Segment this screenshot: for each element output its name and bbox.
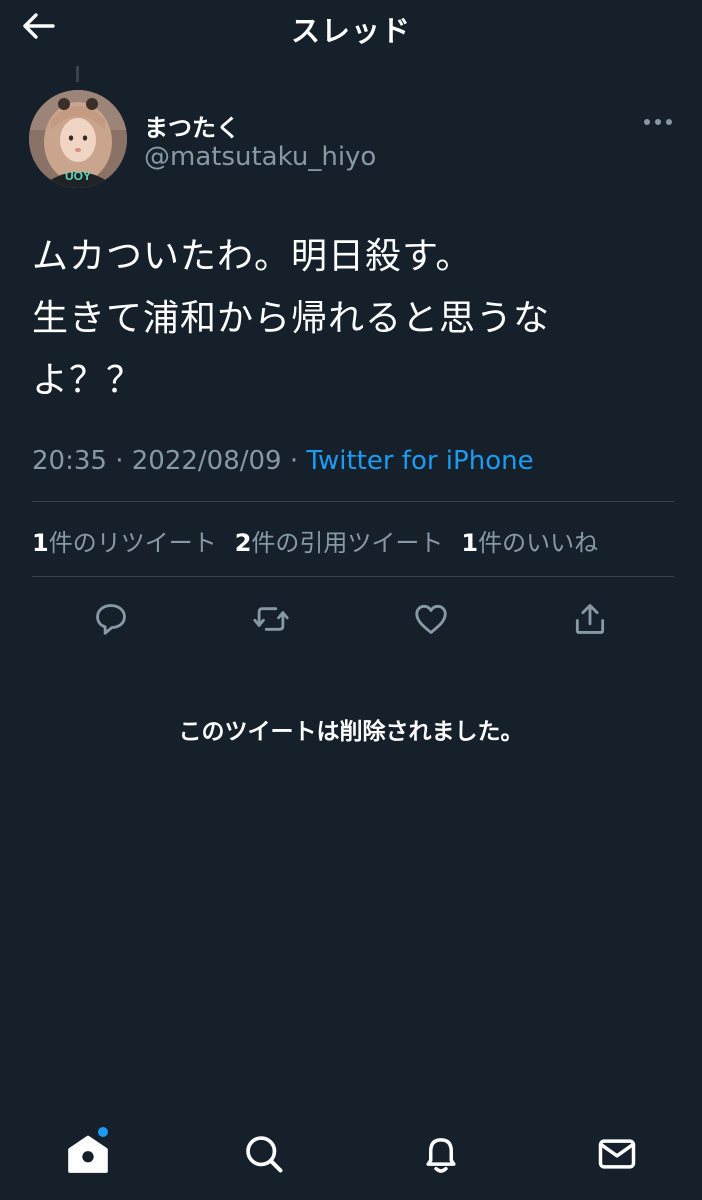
share-icon — [575, 604, 605, 634]
retweets-label: 件のリツイート — [48, 529, 217, 557]
tweet-text-line: 生きて浦和から帰れると思うな — [32, 298, 551, 339]
divider — [32, 576, 674, 577]
header: スレッド — [0, 0, 702, 52]
tab-messages[interactable] — [593, 1130, 641, 1178]
share-button[interactable] — [568, 597, 612, 641]
avatar-photo: UOY — [29, 90, 127, 188]
deleted-tweet-notice: このツイートは削除されました。 — [178, 719, 524, 745]
tweet-stats: 1件のリツイート 2件の引用ツイート 1件のいいね — [32, 523, 616, 558]
meta-separator: · — [106, 446, 132, 476]
tab-home[interactable] — [64, 1130, 112, 1178]
home-notification-dot — [98, 1127, 108, 1137]
more-dots-icon — [644, 119, 672, 125]
tweet-meta: 20:35 · 2022/08/09 · Twitter for iPhone — [32, 446, 534, 476]
likes-count: 1 — [461, 529, 479, 557]
divider — [32, 501, 674, 502]
bell-icon — [426, 1138, 456, 1173]
reply-button[interactable] — [89, 597, 133, 641]
likes-stat[interactable]: 1件のいいね — [461, 523, 598, 558]
retweet-icon — [253, 607, 289, 631]
home-icon — [68, 1135, 108, 1173]
tab-search[interactable] — [240, 1130, 288, 1178]
mail-icon — [598, 1139, 636, 1169]
reply-icon — [96, 604, 126, 635]
user-handle[interactable]: @matsutaku_hiyo — [144, 142, 376, 172]
tweet-source-link[interactable]: Twitter for iPhone — [306, 446, 533, 476]
tweet-time: 20:35 — [32, 446, 107, 476]
more-options-button[interactable] — [640, 108, 676, 136]
page-title: スレッド — [290, 14, 411, 48]
likes-label: 件のいいね — [478, 529, 599, 557]
tweet-text: ムカついたわ。明日殺す。 生きて浦和から帰れると思うな よ？？ — [32, 226, 672, 412]
search-icon — [246, 1136, 283, 1173]
thread-connector-line — [76, 66, 79, 82]
quote-tweets-count: 2 — [234, 529, 252, 557]
tweet-text-line: ムカついたわ。明日殺す。 — [32, 236, 473, 277]
retweets-count: 1 — [32, 529, 49, 557]
avatar-shirt-text: UOY — [65, 169, 91, 183]
quote-tweets-stat[interactable]: 2件の引用ツイート — [235, 523, 444, 558]
like-button[interactable] — [409, 597, 453, 641]
heart-icon — [415, 604, 447, 634]
tweet-date: 2022/08/09 — [131, 446, 282, 476]
retweet-button[interactable] — [249, 597, 293, 641]
avatar[interactable]: UOY — [29, 90, 127, 188]
tweet-text-line: よ？？ — [32, 360, 144, 401]
display-name[interactable]: まつたく — [144, 108, 240, 143]
meta-separator: · — [281, 446, 307, 476]
retweets-stat[interactable]: 1件のリツイート — [32, 523, 217, 558]
quote-tweets-label: 件の引用ツイート — [251, 529, 444, 557]
tab-notifications[interactable] — [417, 1130, 465, 1178]
